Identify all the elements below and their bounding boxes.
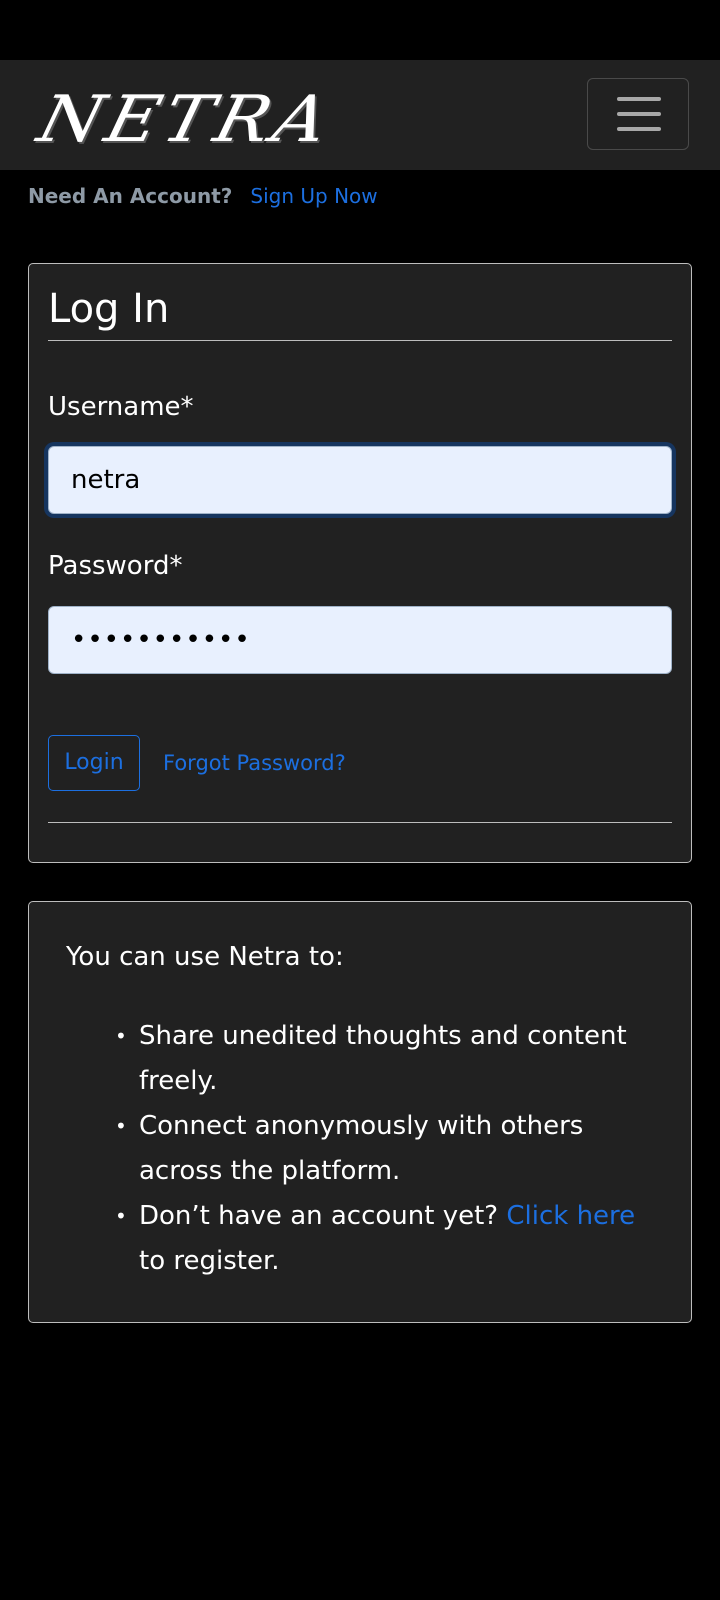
password-label: Password* — [48, 551, 183, 581]
hamburger-menu-button[interactable] — [587, 78, 689, 150]
password-input[interactable]: ••••••••••• — [48, 606, 672, 674]
navbar: NETRA — [0, 60, 720, 170]
list-item: • Connect anonymously with others across… — [115, 1104, 659, 1194]
info-card: You can use Netra to: • Share unedited t… — [28, 901, 692, 1323]
info-intro: You can use Netra to: — [66, 942, 344, 972]
hamburger-menu-icon — [617, 97, 661, 101]
hamburger-menu-icon-line — [617, 112, 661, 116]
list-item: • Don’t have an account yet? Click here … — [115, 1194, 659, 1284]
forgot-password-link[interactable]: Forgot Password? — [163, 747, 346, 779]
bullet-icon: • — [115, 1114, 127, 1138]
list-item-text: Don’t have an account yet? — [139, 1201, 507, 1231]
account-prompt: Need An Account? Sign Up Now — [28, 180, 378, 212]
username-input[interactable]: netra — [48, 446, 672, 514]
brand-logo[interactable]: NETRA — [31, 82, 341, 158]
sign-up-link[interactable]: Sign Up Now — [250, 184, 377, 208]
divider — [48, 822, 672, 823]
feature-list: • Share unedited thoughts and content fr… — [115, 1014, 659, 1284]
list-item-text: Share unedited thoughts and content free… — [139, 1021, 627, 1096]
login-title: Log In — [48, 286, 170, 332]
register-link[interactable]: Click here — [506, 1201, 635, 1231]
login-button[interactable]: Login — [48, 735, 140, 791]
need-account-text: Need An Account? — [28, 184, 233, 208]
bullet-icon: • — [115, 1204, 127, 1228]
hamburger-menu-icon-line — [617, 127, 661, 131]
list-item-text: Connect anonymously with others across t… — [139, 1111, 584, 1186]
username-label: Username* — [48, 392, 194, 422]
login-card: Log In Username* netra Password* •••••••… — [28, 263, 692, 863]
bullet-icon: • — [115, 1024, 127, 1048]
list-item: • Share unedited thoughts and content fr… — [115, 1014, 659, 1104]
divider — [48, 340, 672, 341]
list-item-text: to register. — [139, 1246, 280, 1276]
